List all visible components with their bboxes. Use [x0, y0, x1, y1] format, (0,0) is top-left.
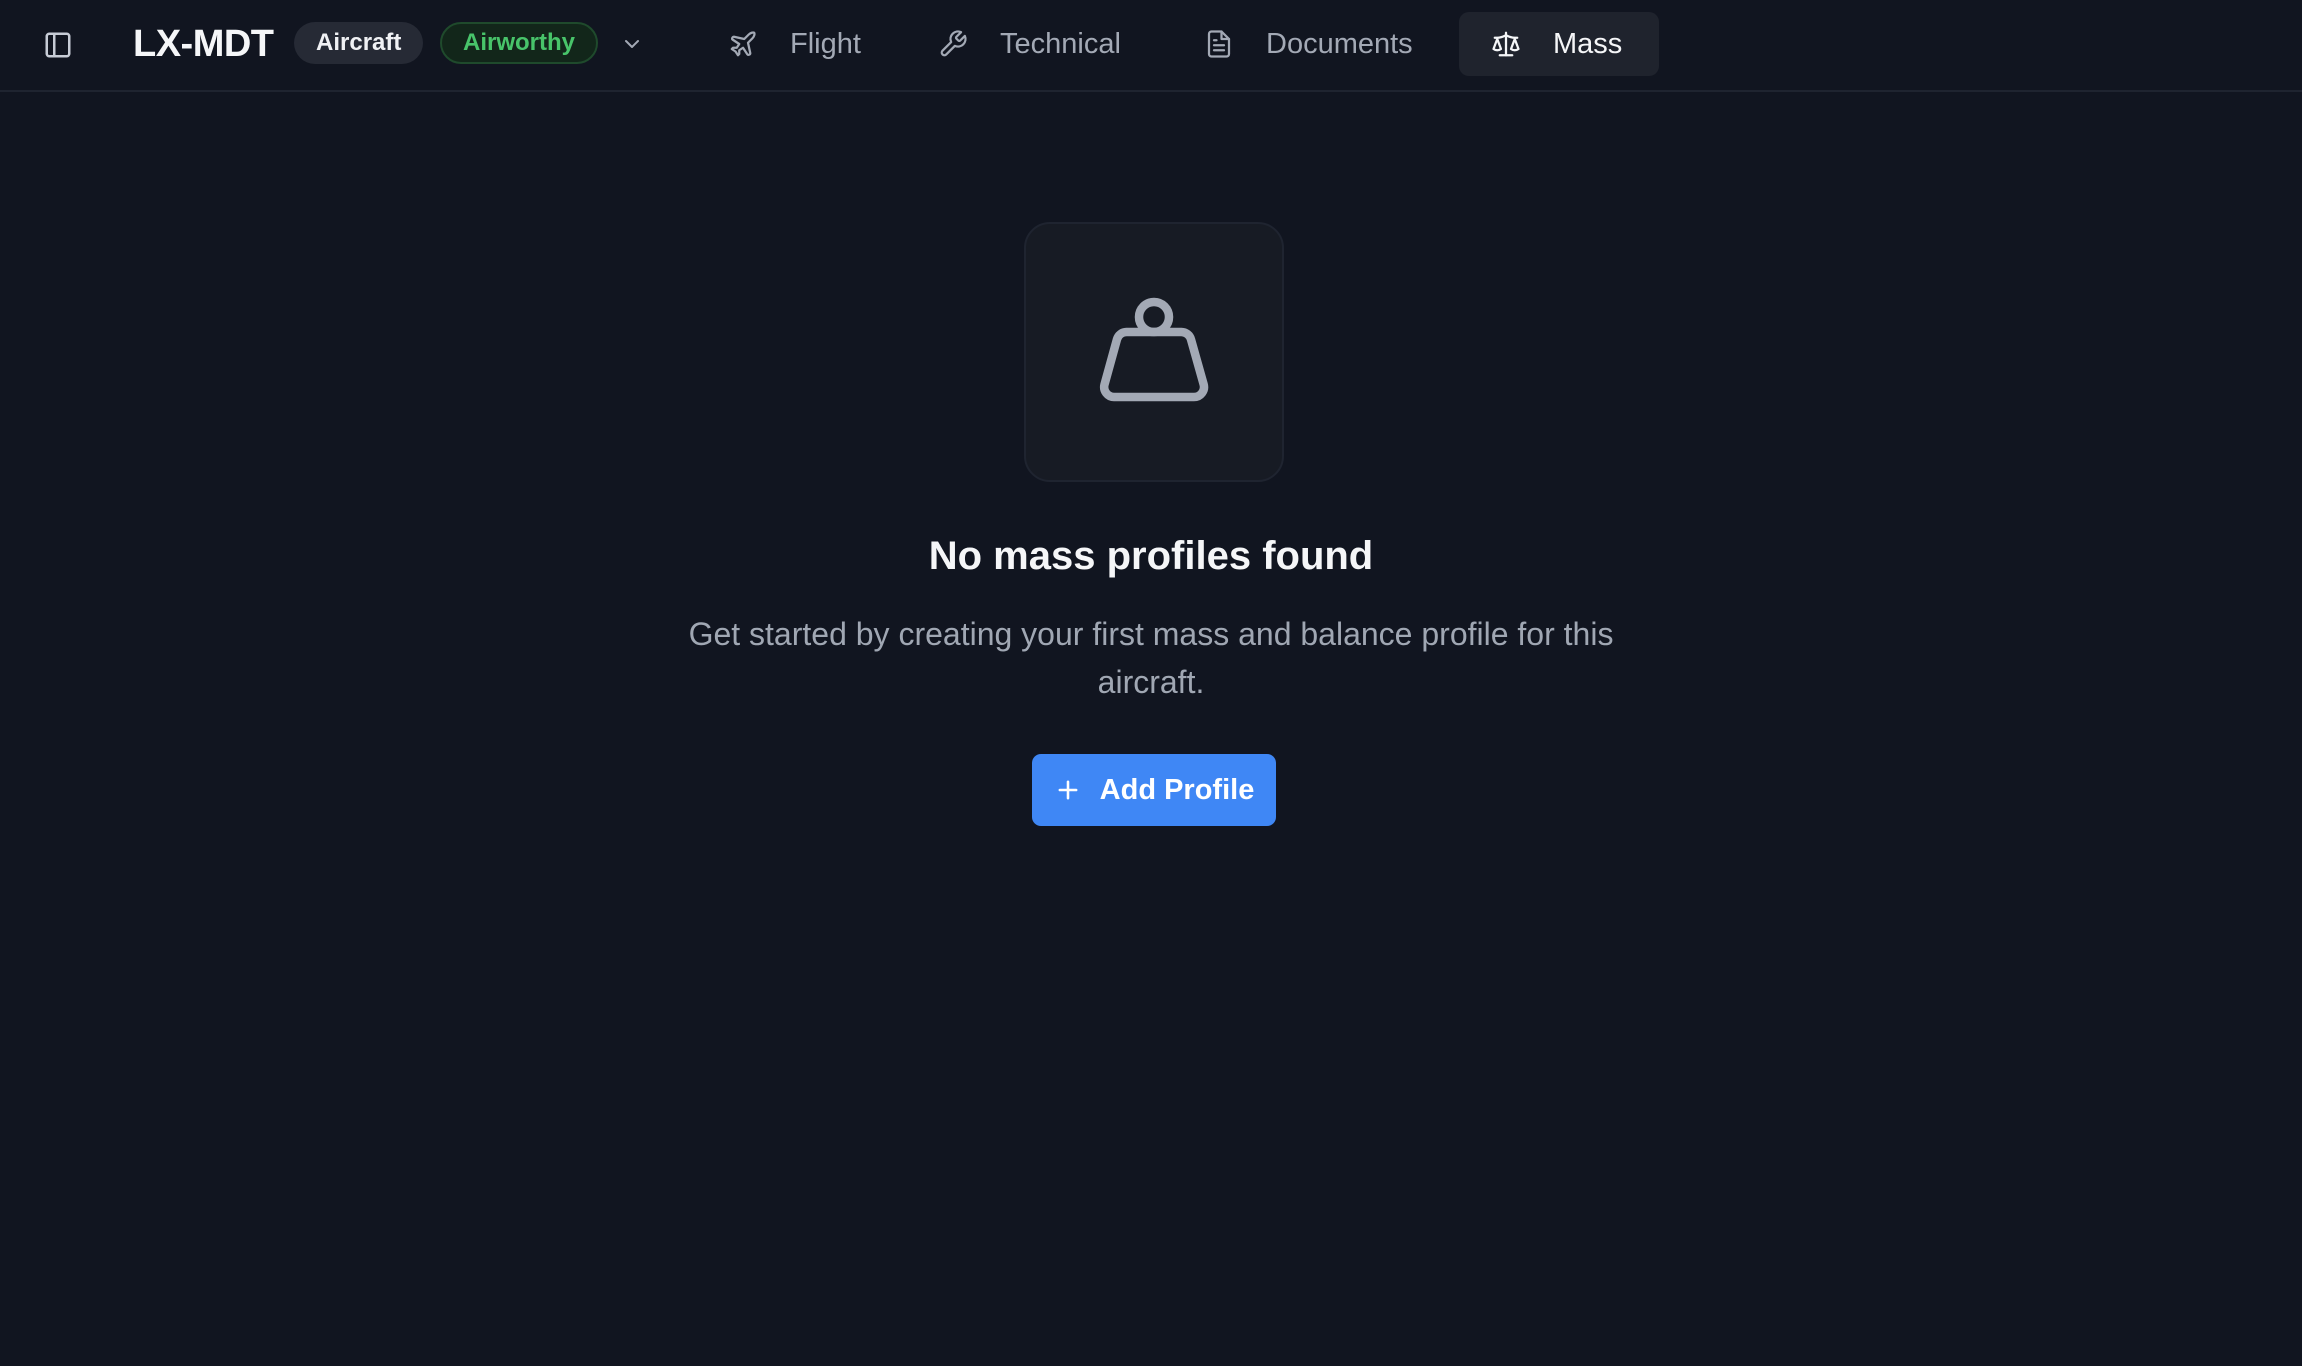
tab-technical[interactable]: Technical: [922, 12, 1139, 76]
plus-icon: [1054, 776, 1082, 804]
tab-mass-label: Mass: [1553, 27, 1623, 60]
type-badge: Aircraft: [294, 22, 424, 64]
tab-mass[interactable]: Mass: [1459, 12, 1659, 76]
sidebar-toggle-icon: [45, 32, 71, 58]
tab-documents[interactable]: Documents: [1188, 12, 1431, 76]
top-navigation-bar: LX-MDT Aircraft Airworthy Flight Technic…: [0, 0, 2302, 92]
add-profile-button[interactable]: Add Profile: [1032, 754, 1276, 826]
tab-flight-label: Flight: [790, 27, 861, 60]
plane-icon: [726, 27, 760, 61]
sidebar-toggle-button[interactable]: [34, 22, 82, 68]
empty-state-description: Get started by creating your first mass …: [688, 616, 1614, 700]
status-dropdown-button[interactable]: [614, 26, 650, 62]
empty-state-title: No mass profiles found: [928, 534, 1374, 578]
empty-state-icon-container: [1024, 222, 1284, 482]
scale-icon: [1489, 27, 1523, 61]
weight-icon: [1099, 297, 1209, 402]
tab-documents-label: Documents: [1266, 27, 1413, 60]
chevron-down-icon: [625, 40, 639, 48]
aircraft-tail-number: LX-MDT: [133, 23, 274, 65]
document-icon: [1202, 27, 1236, 61]
status-badge: Airworthy: [440, 22, 599, 64]
add-profile-button-label: Add Profile: [1099, 773, 1255, 806]
tab-flight[interactable]: Flight: [712, 12, 879, 76]
wrench-icon: [936, 27, 970, 61]
tab-technical-label: Technical: [1000, 27, 1121, 60]
